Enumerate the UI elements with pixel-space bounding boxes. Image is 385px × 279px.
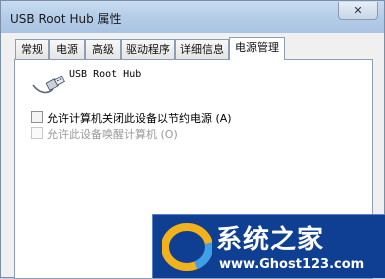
close-icon: ✕ [353,4,363,17]
allow-wake-label: 允许此设备唤醒计算机 (O) [47,128,178,141]
allow-wake-checkbox [31,127,43,139]
tab-details[interactable]: 详细信息 [175,39,229,59]
title-bar[interactable]: USB Root Hub 属性 ✕ [1,1,384,33]
tab-power[interactable]: 电源 [49,39,85,59]
tab-driver[interactable]: 驱动程序 [121,39,175,59]
watermark-banner: 系统之家 www.Ghost123.com [152,214,385,278]
allow-power-off-label: 允许计算机关闭此设备以节约电源 (A) [47,112,232,125]
tab-general[interactable]: 常规 [15,39,49,59]
usb-plug-icon [32,75,65,94]
ghost-logo-icon [162,223,212,271]
allow-power-off-checkbox[interactable] [31,111,43,123]
close-button[interactable]: ✕ [338,2,378,20]
device-name: USB Root Hub [69,69,142,80]
watermark-brand: 系统之家 [216,225,325,255]
tab-advanced[interactable]: 高级 [85,39,121,59]
watermark-url: www.Ghost123.com [219,257,365,272]
tab-power-management[interactable]: 电源管理 [229,37,285,60]
window-title: USB Root Hub 属性 [10,12,122,26]
allow-power-off-option[interactable]: 允许计算机关闭此设备以节约电源 (A) [31,110,232,125]
allow-wake-option: 允许此设备唤醒计算机 (O) [31,126,178,141]
